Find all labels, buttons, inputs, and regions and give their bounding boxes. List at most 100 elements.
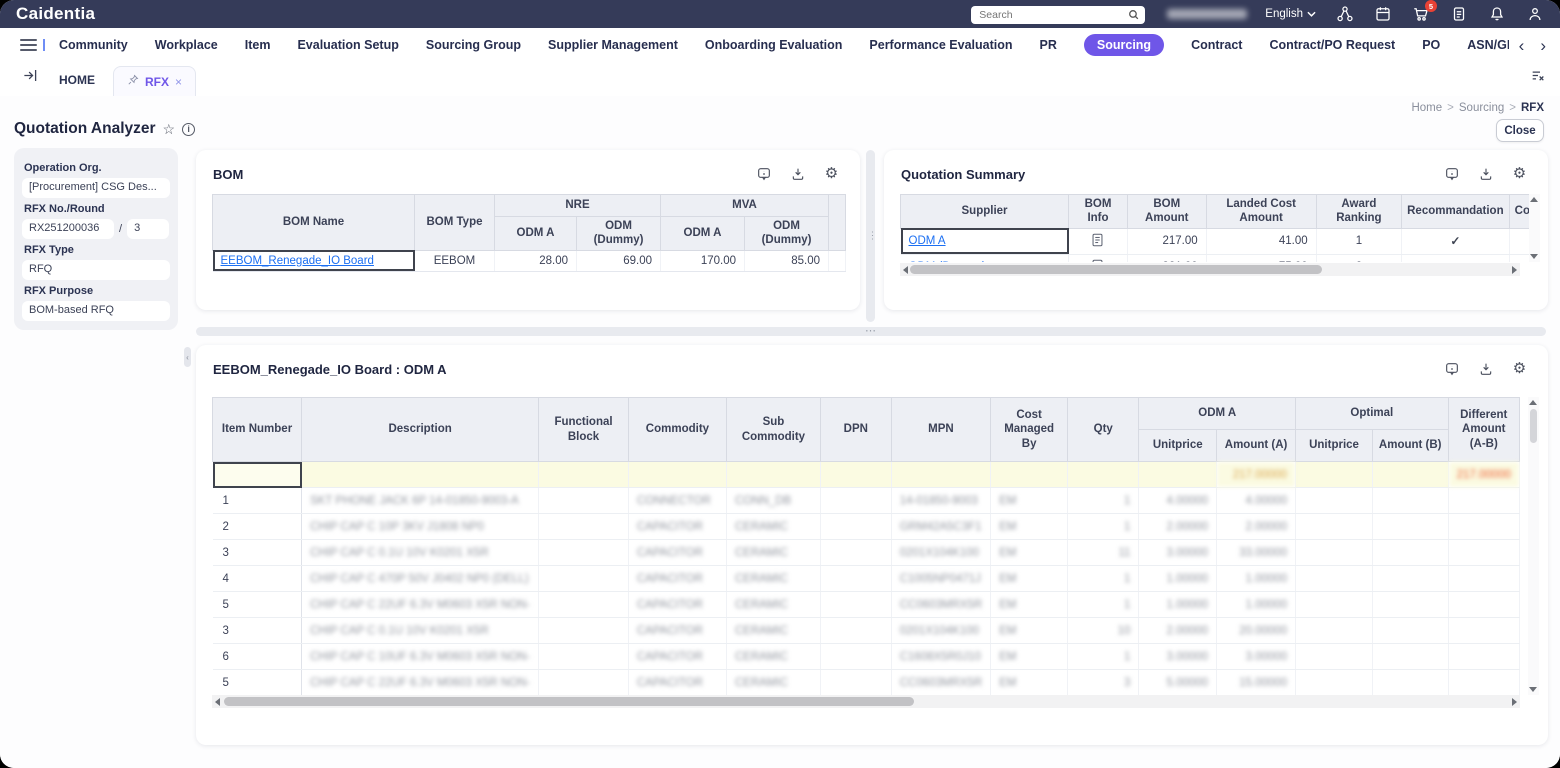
bom-info-icon[interactable] [1068, 228, 1128, 255]
cell-diff[interactable] [1448, 539, 1520, 566]
landed-cost-cell[interactable]: 75.00 [1206, 254, 1317, 262]
col-qty[interactable]: Qty [1067, 397, 1140, 462]
cell-diff[interactable] [1448, 617, 1520, 644]
cell-item[interactable]: 5 [212, 591, 303, 618]
bom-info-icon[interactable] [1068, 254, 1128, 262]
cell-unit-b[interactable] [1295, 643, 1373, 670]
gear-icon[interactable]: ⚙ [823, 165, 840, 182]
cell-amt-b[interactable] [1372, 591, 1449, 618]
language-select[interactable]: English [1265, 8, 1316, 20]
cell-comm[interactable]: CAPACITOR [628, 591, 727, 618]
cell-sub[interactable]: CERAMIC [726, 565, 821, 592]
nav-item-performance-evaluation[interactable]: Performance Evaluation [869, 38, 1012, 52]
col-dpn[interactable]: DPN [819, 397, 892, 462]
rfx-type-field[interactable]: RFQ [22, 260, 170, 280]
panel-collapse-handle[interactable]: ‹ [184, 347, 191, 367]
cell-dpn[interactable] [820, 669, 892, 696]
cell-mpn[interactable]: C1005NP0471J [891, 565, 992, 592]
cell-cmb[interactable]: EM [990, 487, 1069, 514]
cell-unit-a[interactable]: 5.00000 [1138, 669, 1218, 696]
cell-fb[interactable] [538, 513, 629, 540]
cell-desc[interactable]: CHIP CAP C 22UF 6.3V M0603 X5R NON- [301, 669, 540, 696]
cell-qty[interactable]: 3 [1067, 669, 1140, 696]
col-nre-odm-a[interactable]: ODM A [494, 216, 577, 251]
cell-unit-a[interactable]: 1.00000 [1138, 591, 1218, 618]
cell-unit-a[interactable]: 3.00000 [1138, 539, 1218, 566]
cell-qty[interactable]: 1 [1067, 591, 1140, 618]
scroll-down-icon[interactable] [1530, 254, 1538, 259]
cell-desc[interactable]: CHIP CAP C 0.1U 10V K0201 X5R [301, 539, 540, 566]
global-search[interactable] [971, 5, 1146, 24]
recommendation-check-icon[interactable]: ✓ [1401, 228, 1510, 255]
cell-item[interactable]: 6 [212, 643, 303, 670]
summary-amount-a[interactable]: 217.00000 [1216, 461, 1297, 488]
cell-mpn[interactable]: GRM42A5C3F1 [891, 513, 992, 540]
col-cost-managed-by[interactable]: Cost Managed By [990, 397, 1069, 462]
col-optimal-amount[interactable]: Amount (B) [1371, 429, 1449, 462]
operation-org-field[interactable]: [Procurement] CSG Des... [22, 178, 170, 198]
col-bom-type[interactable]: BOM Type [414, 194, 495, 251]
cell-mpn[interactable]: 0201X104K100 [891, 539, 992, 566]
org-chart-icon[interactable] [1336, 5, 1354, 23]
cell-dpn[interactable] [820, 591, 892, 618]
col-odm-a-amount[interactable]: Amount (A) [1216, 429, 1297, 462]
col-odm-a-unitprice[interactable]: Unitprice [1138, 429, 1218, 462]
scroll-down-icon[interactable] [1529, 687, 1537, 692]
col-bom-amount[interactable]: BOM Amount [1126, 194, 1207, 229]
cell-amt-b[interactable] [1372, 513, 1449, 540]
cell-amt-a[interactable]: 1.00000 [1216, 565, 1297, 592]
col-group-optimal[interactable]: Optimal [1295, 397, 1449, 430]
cell-desc[interactable]: CHIP CAP C 470P 50V J0402 NP0 (DELL) [301, 565, 540, 592]
cell-qty[interactable]: 1 [1067, 513, 1140, 540]
close-tab-icon[interactable]: × [175, 75, 182, 89]
cell-unit-a[interactable]: 2.00000 [1138, 617, 1218, 644]
nav-item-contract[interactable]: Contract [1191, 38, 1242, 52]
cell-dpn[interactable] [820, 513, 892, 540]
cell-amt-b[interactable] [1372, 643, 1449, 670]
cell-unit-b[interactable] [1295, 591, 1373, 618]
col-sub-commodity[interactable]: Sub Commodity [725, 397, 821, 462]
cell-fb[interactable] [538, 591, 629, 618]
scroll-left-icon[interactable] [215, 697, 220, 706]
info-icon[interactable]: i [182, 122, 196, 136]
cell-cmb[interactable]: EM [990, 591, 1069, 618]
cell-amt-b[interactable] [1372, 669, 1449, 696]
cell-qty[interactable]: 11 [1067, 539, 1140, 566]
cell-desc[interactable]: CHIP CAP C 10UF 6.3V M0603 X5R NON- [301, 643, 540, 670]
recommendation-check-icon[interactable]: ✓ [1401, 254, 1510, 262]
cell-qty[interactable]: 1 [1067, 643, 1140, 670]
rfx-purpose-field[interactable]: BOM-based RFQ [22, 301, 170, 321]
cell-unit-b[interactable] [1295, 487, 1373, 514]
cell-dpn[interactable] [820, 643, 892, 670]
cell-fb[interactable] [538, 669, 629, 696]
cell-fb[interactable] [538, 487, 629, 514]
calendar-icon[interactable] [1374, 5, 1392, 23]
nav-prev-icon[interactable]: ‹ [1519, 37, 1525, 54]
user-icon[interactable] [1526, 5, 1544, 23]
cell-amt-b[interactable] [1372, 539, 1449, 566]
cell-item[interactable]: 2 [212, 513, 303, 540]
nav-item-community[interactable]: Community [59, 38, 128, 52]
cell-sub[interactable]: CERAMIC [726, 669, 821, 696]
cell-amt-b[interactable] [1372, 565, 1449, 592]
col-mva-odm-a[interactable]: ODM A [660, 216, 745, 251]
document-icon[interactable] [1450, 5, 1468, 23]
cell-diff[interactable] [1448, 669, 1520, 696]
scroll-right-icon[interactable] [1512, 265, 1517, 274]
tooltip-icon[interactable] [755, 165, 772, 182]
col-mpn[interactable]: MPN [890, 397, 992, 462]
gear-icon[interactable]: ⚙ [1511, 360, 1528, 377]
col-award-ranking[interactable]: Award Ranking [1315, 194, 1403, 229]
col-description[interactable]: Description [301, 397, 540, 462]
cell-desc[interactable]: CHIP CAP C 22UF 6.3V M0603 X5R NON- [301, 591, 540, 618]
cell-fb[interactable] [538, 539, 629, 566]
nav-item-contract-po-request[interactable]: Contract/PO Request [1269, 38, 1395, 52]
cell-mpn[interactable]: 14-01850-9003 [891, 487, 992, 514]
award-ranking-cell[interactable]: 2 [1316, 254, 1403, 262]
cell-cmb[interactable]: EM [990, 565, 1069, 592]
cell-item[interactable]: 5 [212, 669, 303, 696]
tooltip-icon[interactable] [1443, 165, 1460, 182]
cell-item[interactable]: 4 [212, 565, 303, 592]
cell-qty[interactable]: 1 [1067, 487, 1140, 514]
cell-unit-b[interactable] [1295, 513, 1373, 540]
